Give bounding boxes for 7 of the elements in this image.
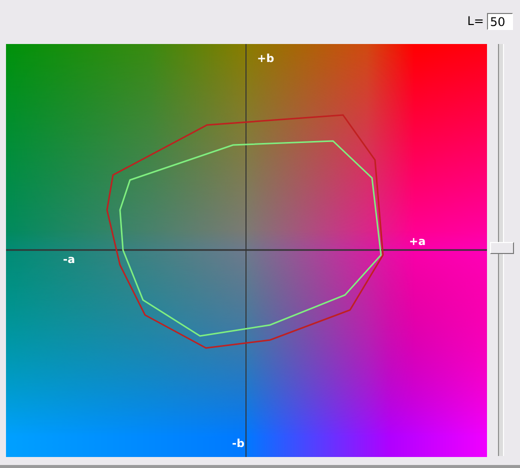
axis-label: -b [232, 437, 244, 450]
lightness-label: L= [467, 13, 484, 30]
axis-label: +b [257, 52, 274, 65]
slider-thumb[interactable] [490, 242, 514, 254]
axis-label: +a [409, 235, 426, 248]
axis-label: -a [63, 253, 75, 266]
lightness-input[interactable]: 50 [487, 13, 513, 30]
